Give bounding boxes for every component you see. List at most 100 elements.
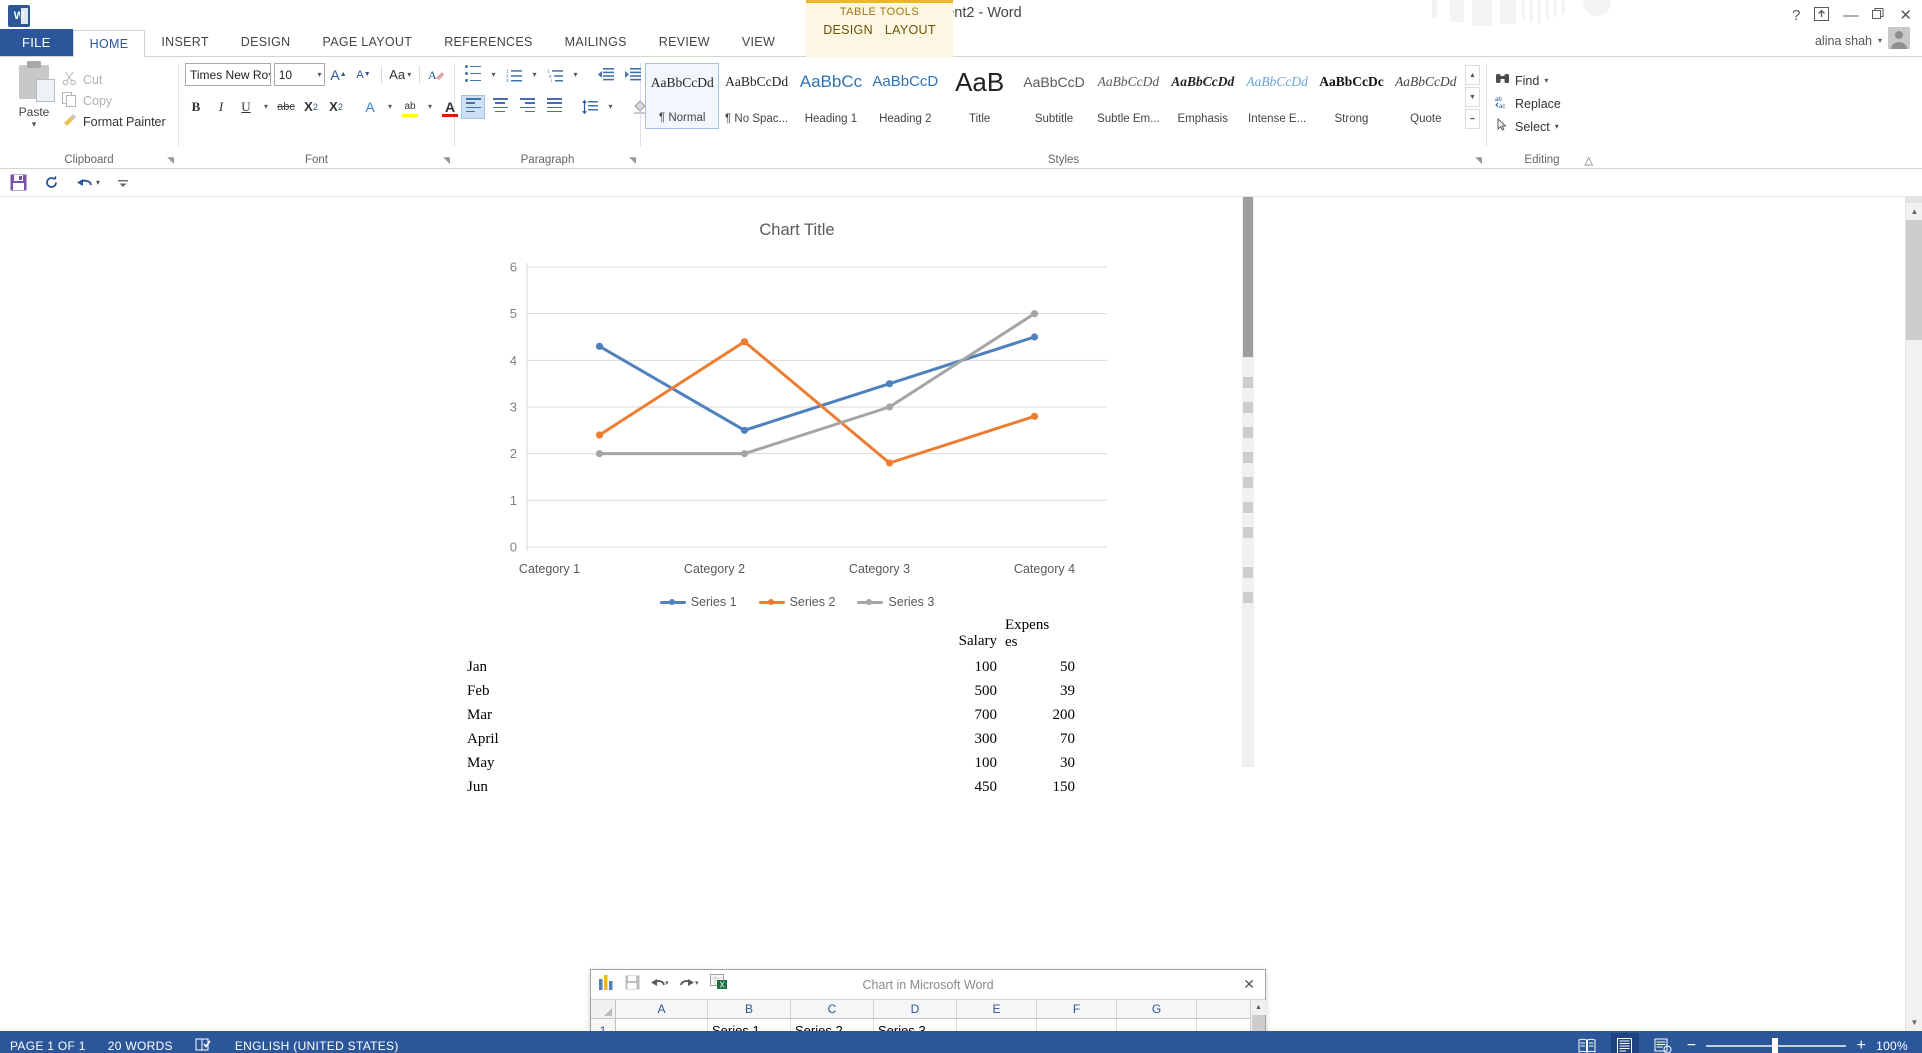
save-icon[interactable] bbox=[10, 174, 27, 191]
clipboard-dialog-launcher[interactable]: ◥ bbox=[167, 155, 174, 166]
zoom-slider[interactable] bbox=[1706, 1031, 1847, 1053]
style-title[interactable]: AaB Title bbox=[942, 63, 1016, 129]
format-painter-button[interactable]: Format Painter bbox=[62, 111, 166, 132]
line-spacing-chevron-icon[interactable]: ▾ bbox=[605, 95, 616, 119]
undo-button[interactable]: ▾ bbox=[76, 175, 100, 191]
copy-button[interactable]: Copy bbox=[62, 90, 166, 111]
underline-button[interactable]: U bbox=[235, 95, 257, 118]
italic-button[interactable]: I bbox=[210, 95, 232, 118]
tab-mailings[interactable]: MAILINGS bbox=[549, 29, 643, 56]
style-no-spacing[interactable]: AaBbCcDd ¶ No Spac... bbox=[719, 63, 793, 129]
document-table[interactable]: Salary Expens es Jan 100 50 Feb 500 39 M… bbox=[447, 617, 1127, 800]
select-button[interactable]: Select ▾ bbox=[1495, 115, 1591, 138]
text-effects-chevron-icon[interactable]: ▾ bbox=[384, 95, 396, 118]
zoom-level[interactable]: 100% bbox=[1876, 1039, 1908, 1053]
chart-frame-scroll-thumb[interactable] bbox=[1243, 197, 1253, 357]
styles-dialog-launcher[interactable]: ◥ bbox=[1475, 155, 1482, 166]
minimize-button[interactable]: — bbox=[1843, 8, 1858, 23]
column-header-b[interactable]: B bbox=[708, 1000, 791, 1019]
styles-scroll-down-button[interactable]: ▼ bbox=[1465, 87, 1480, 107]
tab-references[interactable]: REFERENCES bbox=[428, 29, 548, 56]
font-name-chevron-icon[interactable]: ▾ bbox=[268, 70, 270, 79]
clear-formatting-icon[interactable]: A bbox=[426, 63, 448, 86]
change-case-button[interactable]: Aa ▾ bbox=[387, 63, 413, 86]
align-left-button[interactable] bbox=[461, 94, 485, 119]
restore-button[interactable] bbox=[1872, 7, 1885, 23]
font-size-chevron-icon[interactable]: ▾ bbox=[318, 70, 322, 79]
tab-insert[interactable]: INSERT bbox=[145, 29, 224, 56]
shrink-font-button[interactable]: A ▼ bbox=[353, 63, 375, 86]
replace-button[interactable]: ab ac Replace bbox=[1495, 92, 1591, 115]
undo-chevron-icon[interactable]: ▾ bbox=[96, 178, 100, 187]
column-header-partial[interactable] bbox=[1197, 1000, 1252, 1019]
strikethrough-button[interactable]: abc bbox=[275, 95, 297, 118]
page-indicator[interactable]: PAGE 1 OF 1 bbox=[10, 1039, 86, 1053]
style-quote[interactable]: AaBbCcDd Quote bbox=[1389, 63, 1463, 129]
bullets-chevron-icon[interactable]: ▾ bbox=[488, 63, 499, 87]
column-header-f[interactable]: F bbox=[1037, 1000, 1117, 1019]
ribbon-display-options-icon[interactable] bbox=[1814, 6, 1830, 24]
language-indicator[interactable]: ENGLISH (UNITED STATES) bbox=[235, 1039, 399, 1053]
column-header-c[interactable]: C bbox=[791, 1000, 874, 1019]
zoom-slider-handle[interactable] bbox=[1772, 1038, 1779, 1053]
chart-object[interactable]: Chart Title 0 1 2 3 4 5 6 Category 1 Category … bbox=[467, 217, 1127, 609]
cell-h1[interactable] bbox=[1197, 1019, 1252, 1031]
align-right-button[interactable] bbox=[515, 95, 539, 119]
cell-e1[interactable] bbox=[957, 1019, 1037, 1031]
font-dialog-launcher[interactable]: ◥ bbox=[443, 155, 450, 166]
web-layout-button[interactable] bbox=[1649, 1033, 1677, 1053]
chart-data-grid[interactable]: A B C D E F G 1 Series 1 Series 2 Series… bbox=[591, 1000, 1266, 1031]
decrease-indent-button[interactable] bbox=[593, 63, 617, 87]
tab-table-layout[interactable]: LAYOUT bbox=[885, 23, 936, 37]
column-header-e[interactable]: E bbox=[957, 1000, 1037, 1019]
tab-review[interactable]: REVIEW bbox=[643, 29, 726, 56]
proofing-icon[interactable] bbox=[195, 1037, 213, 1053]
bold-button[interactable]: B bbox=[185, 95, 207, 118]
repeat-icon[interactable] bbox=[43, 174, 60, 191]
user-name[interactable]: alina shah bbox=[1815, 34, 1872, 48]
doc-scroll-thumb[interactable] bbox=[1906, 220, 1922, 340]
read-mode-button[interactable] bbox=[1573, 1033, 1601, 1053]
find-chevron-icon[interactable]: ▾ bbox=[1544, 76, 1548, 85]
underline-chevron-icon[interactable]: ▾ bbox=[260, 95, 272, 118]
cell-c1[interactable]: Series 2 bbox=[791, 1019, 874, 1031]
row-header-1[interactable]: 1 bbox=[591, 1019, 616, 1031]
styles-scroll-up-button[interactable]: ▲ bbox=[1465, 65, 1480, 85]
column-header-d[interactable]: D bbox=[874, 1000, 957, 1019]
style-normal[interactable]: AaBbCcDd ¶ Normal bbox=[645, 63, 720, 129]
multilevel-chevron-icon[interactable]: ▾ bbox=[570, 63, 581, 87]
superscript-button[interactable]: X2 bbox=[325, 95, 347, 118]
close-button[interactable]: ✕ bbox=[1899, 8, 1912, 23]
sheet-scroll-up-button[interactable]: ▲ bbox=[1251, 1000, 1266, 1015]
style-heading-1[interactable]: AaBbCc Heading 1 bbox=[794, 63, 868, 129]
table-row[interactable]: Jun 450 150 bbox=[447, 776, 1127, 800]
subscript-button[interactable]: X2 bbox=[300, 95, 322, 118]
font-size-input[interactable]: 10 ▾ bbox=[273, 63, 325, 86]
highlight-chevron-icon[interactable]: ▾ bbox=[424, 95, 436, 118]
tab-view[interactable]: VIEW bbox=[726, 29, 791, 56]
cell-f1[interactable] bbox=[1037, 1019, 1117, 1031]
table-row[interactable]: Jan 100 50 bbox=[447, 656, 1127, 680]
cell-a1[interactable] bbox=[616, 1019, 708, 1031]
paste-button[interactable]: Paste ▾ bbox=[6, 61, 62, 169]
cell-g1[interactable] bbox=[1117, 1019, 1197, 1031]
table-row[interactable]: April 300 70 bbox=[447, 728, 1127, 752]
chart-data-sheet-window[interactable]: ▾ ▾ X Chart in Microsoft Word ✕ A B C D … bbox=[590, 969, 1266, 1031]
align-center-button[interactable] bbox=[488, 95, 512, 119]
tab-design[interactable]: DESIGN bbox=[225, 29, 307, 56]
avatar[interactable] bbox=[1888, 27, 1910, 54]
tab-table-design[interactable]: DESIGN bbox=[823, 23, 873, 37]
help-icon[interactable]: ? bbox=[1792, 8, 1800, 23]
table-row[interactable]: Mar 700 200 bbox=[447, 704, 1127, 728]
print-layout-button[interactable] bbox=[1610, 1033, 1639, 1053]
styles-more-button[interactable]: ━ bbox=[1465, 109, 1480, 129]
numbering-chevron-icon[interactable]: ▾ bbox=[529, 63, 540, 87]
tab-home[interactable]: HOME bbox=[72, 30, 146, 57]
zoom-in-button[interactable]: + bbox=[1856, 1038, 1866, 1053]
style-intense-emphasis[interactable]: AaBbCcDd Intense E... bbox=[1240, 63, 1314, 129]
numbering-button[interactable]: 123 bbox=[502, 63, 526, 87]
column-header-g[interactable]: G bbox=[1117, 1000, 1197, 1019]
line-spacing-button[interactable] bbox=[578, 95, 602, 119]
select-all-corner[interactable] bbox=[591, 1000, 616, 1019]
chart-frame-scrollbar[interactable] bbox=[1242, 197, 1254, 767]
